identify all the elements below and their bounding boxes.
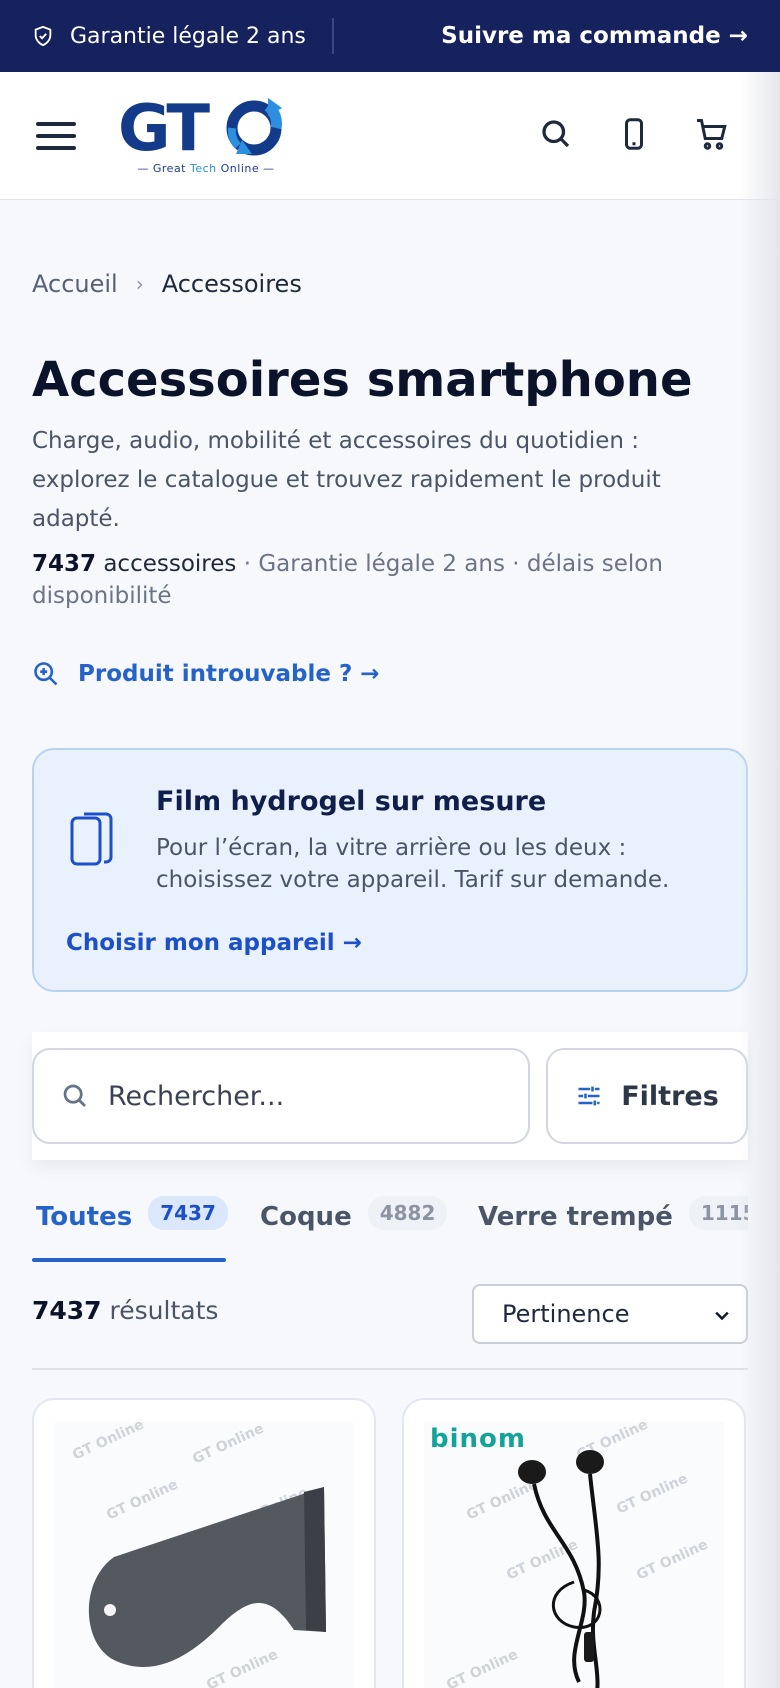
search-icon[interactable]: [538, 116, 574, 152]
tab-coque[interactable]: Coque 4882: [260, 1196, 448, 1262]
tab-count: 4882: [367, 1196, 448, 1230]
tab-count: 7437: [148, 1196, 228, 1230]
catalog-count-label: accessoires: [103, 551, 237, 577]
choose-device-link[interactable]: Choisir mon appareil →: [66, 930, 362, 956]
sliders-icon: [575, 1082, 603, 1110]
shield-check-icon: [32, 25, 54, 47]
search-input[interactable]: Rechercher...: [32, 1048, 530, 1144]
product-image: GT Online GT Online GT Online GT Online …: [54, 1417, 354, 1688]
product-card[interactable]: GT Online GT Online GT Online GT Online …: [32, 1398, 376, 1688]
active-tab-indicator: [32, 1258, 226, 1262]
results-count: 7437 résultats: [32, 1296, 219, 1325]
search-icon: [60, 1081, 90, 1111]
earphones-illustration: [518, 1450, 604, 1688]
hydrogel-promo-card: Film hydrogel sur mesure Pour l’écran, l…: [32, 748, 748, 992]
sort-select[interactable]: Pertinence: [472, 1284, 748, 1344]
product-not-found-label: Produit introuvable ? →: [78, 661, 380, 687]
sort-selected-value: Pertinence: [502, 1300, 630, 1328]
brand-logo: binom: [430, 1424, 526, 1454]
tab-verre-trempe[interactable]: Verre trempé 1115: [478, 1196, 748, 1262]
product-not-found-link[interactable]: Produit introuvable ? →: [32, 660, 380, 688]
top-announcement-bar: Garantie légale 2 ans Suivre ma commande…: [0, 0, 780, 72]
guarantee-text: Garantie légale 2 ans: [70, 23, 306, 49]
phone-icon[interactable]: [616, 116, 652, 152]
results-divider: [32, 1368, 748, 1370]
site-logo[interactable]: GT — Great Tech Online —: [118, 92, 294, 175]
devices-icon: [68, 810, 118, 868]
svg-text:GT: GT: [118, 98, 210, 156]
catalog-count: 7437: [32, 551, 97, 577]
filters-button[interactable]: Filtres: [546, 1048, 748, 1144]
logo-tagline: — Great Tech Online —: [137, 162, 275, 175]
chevron-down-icon: [712, 1306, 732, 1326]
breadcrumb: Accueil › Accessoires: [32, 270, 302, 298]
breadcrumb-home-link[interactable]: Accueil: [32, 270, 118, 298]
tab-toutes[interactable]: Toutes 7437: [36, 1196, 228, 1262]
menu-icon[interactable]: [36, 122, 76, 152]
spudger-tool-illustration: [88, 1487, 326, 1668]
topbar-divider: [331, 18, 334, 54]
cart-icon[interactable]: [694, 116, 730, 152]
search-toolbar: Rechercher... Filtres: [32, 1032, 748, 1160]
search-placeholder: Rechercher...: [108, 1080, 285, 1112]
breadcrumb-separator: ›: [135, 272, 144, 296]
product-image: GT Online GT Online GT Online GT Online …: [424, 1417, 724, 1688]
promo-title: Film hydrogel sur mesure: [156, 786, 547, 817]
category-tabs: Toutes 7437 Coque 4882 Verre trempé 1115: [32, 1196, 748, 1264]
promo-text: Pour l’écran, la vitre arrière ou les de…: [156, 835, 670, 893]
catalog-meta: 7437 accessoires · Garantie légale 2 ans…: [32, 548, 722, 612]
product-card[interactable]: GT Online GT Online GT Online GT Online …: [402, 1398, 746, 1688]
tab-count: 1115: [688, 1196, 748, 1230]
page-description: Charge, audio, mobilité et accessoires d…: [32, 428, 661, 532]
page-title: Accessoires smartphone: [32, 352, 693, 408]
filters-label: Filtres: [621, 1080, 719, 1112]
track-order-link[interactable]: Suivre ma commande →: [441, 23, 748, 49]
site-header: GT — Great Tech Online —: [0, 72, 780, 200]
breadcrumb-current: Accessoires: [161, 270, 302, 298]
zoom-in-icon: [32, 660, 60, 688]
